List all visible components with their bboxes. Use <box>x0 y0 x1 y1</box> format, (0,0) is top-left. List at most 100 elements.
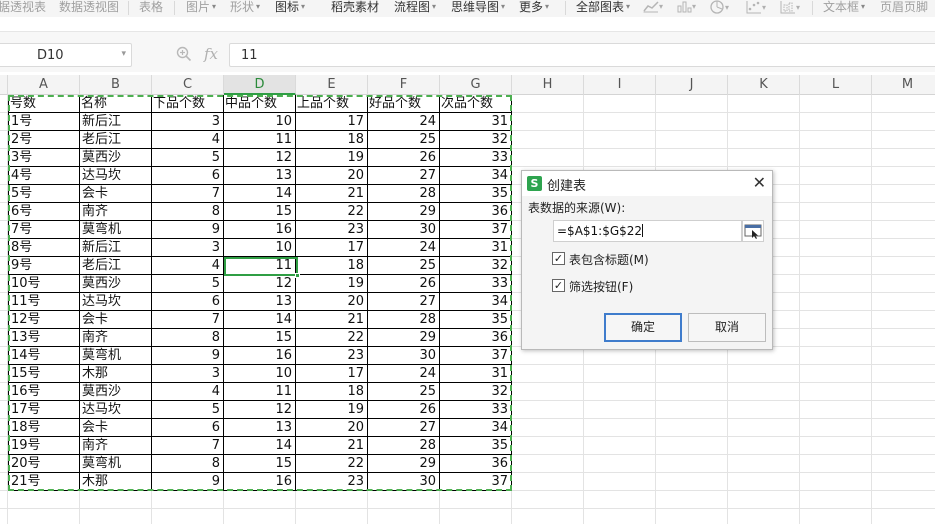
table-cell[interactable]: 29 <box>368 329 440 347</box>
table-cell[interactable]: 28 <box>368 437 440 455</box>
table-cell[interactable]: 26 <box>368 401 440 419</box>
table-cell[interactable]: 19 <box>296 275 368 293</box>
table-cell[interactable]: 31 <box>440 365 512 383</box>
column-header-f[interactable]: F <box>368 75 440 95</box>
ribbon-pivot-table-button[interactable]: 据透视表 <box>0 0 46 17</box>
table-header-cell[interactable]: 上品个数 <box>296 95 368 113</box>
table-cell[interactable]: 3 <box>152 239 224 257</box>
table-cell[interactable]: 11号 <box>8 293 80 311</box>
table-cell[interactable]: 莫西沙 <box>80 383 152 401</box>
pie-chart-icon[interactable]: ▾ <box>709 0 729 16</box>
close-icon[interactable]: ✕ <box>753 174 766 192</box>
table-header-cell[interactable]: 名称 <box>80 95 152 113</box>
table-cell[interactable]: 莫弯机 <box>80 221 152 239</box>
ribbon-mindmap-button[interactable]: 思维导图 ▾ <box>451 0 505 17</box>
table-cell[interactable]: 20 <box>296 293 368 311</box>
ribbon-table-button[interactable]: 表格 <box>139 0 163 17</box>
table-cell[interactable]: 7 <box>152 311 224 329</box>
formula-input[interactable]: 11 <box>229 43 935 67</box>
column-header-e[interactable]: E <box>296 75 368 95</box>
column-header-h[interactable]: H <box>512 75 584 95</box>
column-header-j[interactable]: J <box>656 75 728 95</box>
table-cell[interactable]: 29 <box>368 455 440 473</box>
cancel-button[interactable]: 取消 <box>688 313 766 342</box>
table-cell[interactable]: 8号 <box>8 239 80 257</box>
table-cell[interactable]: 27 <box>368 419 440 437</box>
table-cell[interactable]: 22 <box>296 329 368 347</box>
zoom-icon[interactable] <box>176 46 192 66</box>
table-cell[interactable]: 3 <box>152 113 224 131</box>
table-cell[interactable]: 28 <box>368 311 440 329</box>
table-cell[interactable]: 16号 <box>8 383 80 401</box>
table-cell[interactable]: 19号 <box>8 437 80 455</box>
table-cell[interactable]: 木那 <box>80 365 152 383</box>
table-cell[interactable]: 14 <box>224 311 296 329</box>
column-header-g[interactable]: G <box>440 75 512 95</box>
table-cell[interactable]: 2号 <box>8 131 80 149</box>
table-cell[interactable]: 老后江 <box>80 131 152 149</box>
table-cell[interactable]: 15 <box>224 203 296 221</box>
table-cell[interactable]: 13 <box>224 419 296 437</box>
table-cell[interactable]: 25 <box>368 383 440 401</box>
table-cell[interactable]: 8 <box>152 455 224 473</box>
table-cell[interactable]: 37 <box>440 473 512 491</box>
table-cell[interactable]: 24 <box>368 239 440 257</box>
other-chart-icon[interactable]: ▾ <box>780 0 800 16</box>
table-cell[interactable]: 10 <box>224 365 296 383</box>
table-cell[interactable]: 13号 <box>8 329 80 347</box>
table-cell[interactable]: 12号 <box>8 311 80 329</box>
table-cell[interactable]: 17号 <box>8 401 80 419</box>
table-cell[interactable]: 5 <box>152 275 224 293</box>
table-cell[interactable]: 17 <box>296 365 368 383</box>
table-cell[interactable]: 33 <box>440 275 512 293</box>
table-cell[interactable]: 7 <box>152 437 224 455</box>
ribbon-docer-material-button[interactable]: 稻壳素材 <box>331 0 379 17</box>
table-cell[interactable]: 28 <box>368 185 440 203</box>
table-cell[interactable]: 31 <box>440 113 512 131</box>
table-cell[interactable]: 15号 <box>8 365 80 383</box>
table-cell[interactable]: 南齐 <box>80 203 152 221</box>
scatter-chart-icon[interactable]: ▾ <box>746 0 766 16</box>
table-cell[interactable]: 8 <box>152 329 224 347</box>
table-header-cell[interactable]: 好品个数 <box>368 95 440 113</box>
select-all-corner[interactable] <box>0 75 8 95</box>
table-cell[interactable]: 30 <box>368 473 440 491</box>
table-cell[interactable]: 莫弯机 <box>80 347 152 365</box>
table-cell[interactable]: 34 <box>440 293 512 311</box>
table-cell[interactable]: 21 <box>296 311 368 329</box>
table-cell[interactable]: 3号 <box>8 149 80 167</box>
table-cell[interactable]: 32 <box>440 383 512 401</box>
table-cell[interactable]: 17 <box>296 113 368 131</box>
table-cell[interactable]: 12 <box>224 275 296 293</box>
table-cell[interactable]: 会卡 <box>80 419 152 437</box>
table-cell[interactable]: 30 <box>368 347 440 365</box>
column-header-c[interactable]: C <box>152 75 224 95</box>
table-cell[interactable]: 木那 <box>80 473 152 491</box>
table-cell[interactable]: 22 <box>296 203 368 221</box>
ribbon-textbox-button[interactable]: 文本框 ▾ <box>823 0 865 17</box>
table-cell[interactable]: 34 <box>440 419 512 437</box>
table-cell[interactable]: 5 <box>152 401 224 419</box>
table-cell[interactable]: 12 <box>224 401 296 419</box>
table-cell[interactable]: 9号 <box>8 257 80 275</box>
table-cell[interactable]: 14号 <box>8 347 80 365</box>
table-cell[interactable]: 33 <box>440 149 512 167</box>
column-header-b[interactable]: B <box>80 75 152 95</box>
table-cell[interactable]: 23 <box>296 347 368 365</box>
table-cell[interactable]: 36 <box>440 329 512 347</box>
filter-checkbox[interactable]: ✓ <box>552 279 565 292</box>
table-cell[interactable]: 10 <box>224 239 296 257</box>
column-header-a[interactable]: A <box>8 75 80 95</box>
table-cell[interactable]: 16 <box>224 221 296 239</box>
table-header-cell[interactable]: 中品个数 <box>224 95 296 113</box>
table-cell[interactable]: 4 <box>152 257 224 275</box>
ribbon-pivot-chart-button[interactable]: 数据透视图 <box>59 0 119 17</box>
table-cell[interactable]: 13 <box>224 293 296 311</box>
table-cell[interactable]: 24 <box>368 113 440 131</box>
ribbon-icon-button[interactable]: 图标 ▾ <box>275 0 305 17</box>
table-cell[interactable]: 11 <box>224 257 296 275</box>
table-cell[interactable]: 23 <box>296 473 368 491</box>
table-cell[interactable]: 7 <box>152 185 224 203</box>
table-cell[interactable]: 21号 <box>8 473 80 491</box>
table-cell[interactable]: 6 <box>152 419 224 437</box>
